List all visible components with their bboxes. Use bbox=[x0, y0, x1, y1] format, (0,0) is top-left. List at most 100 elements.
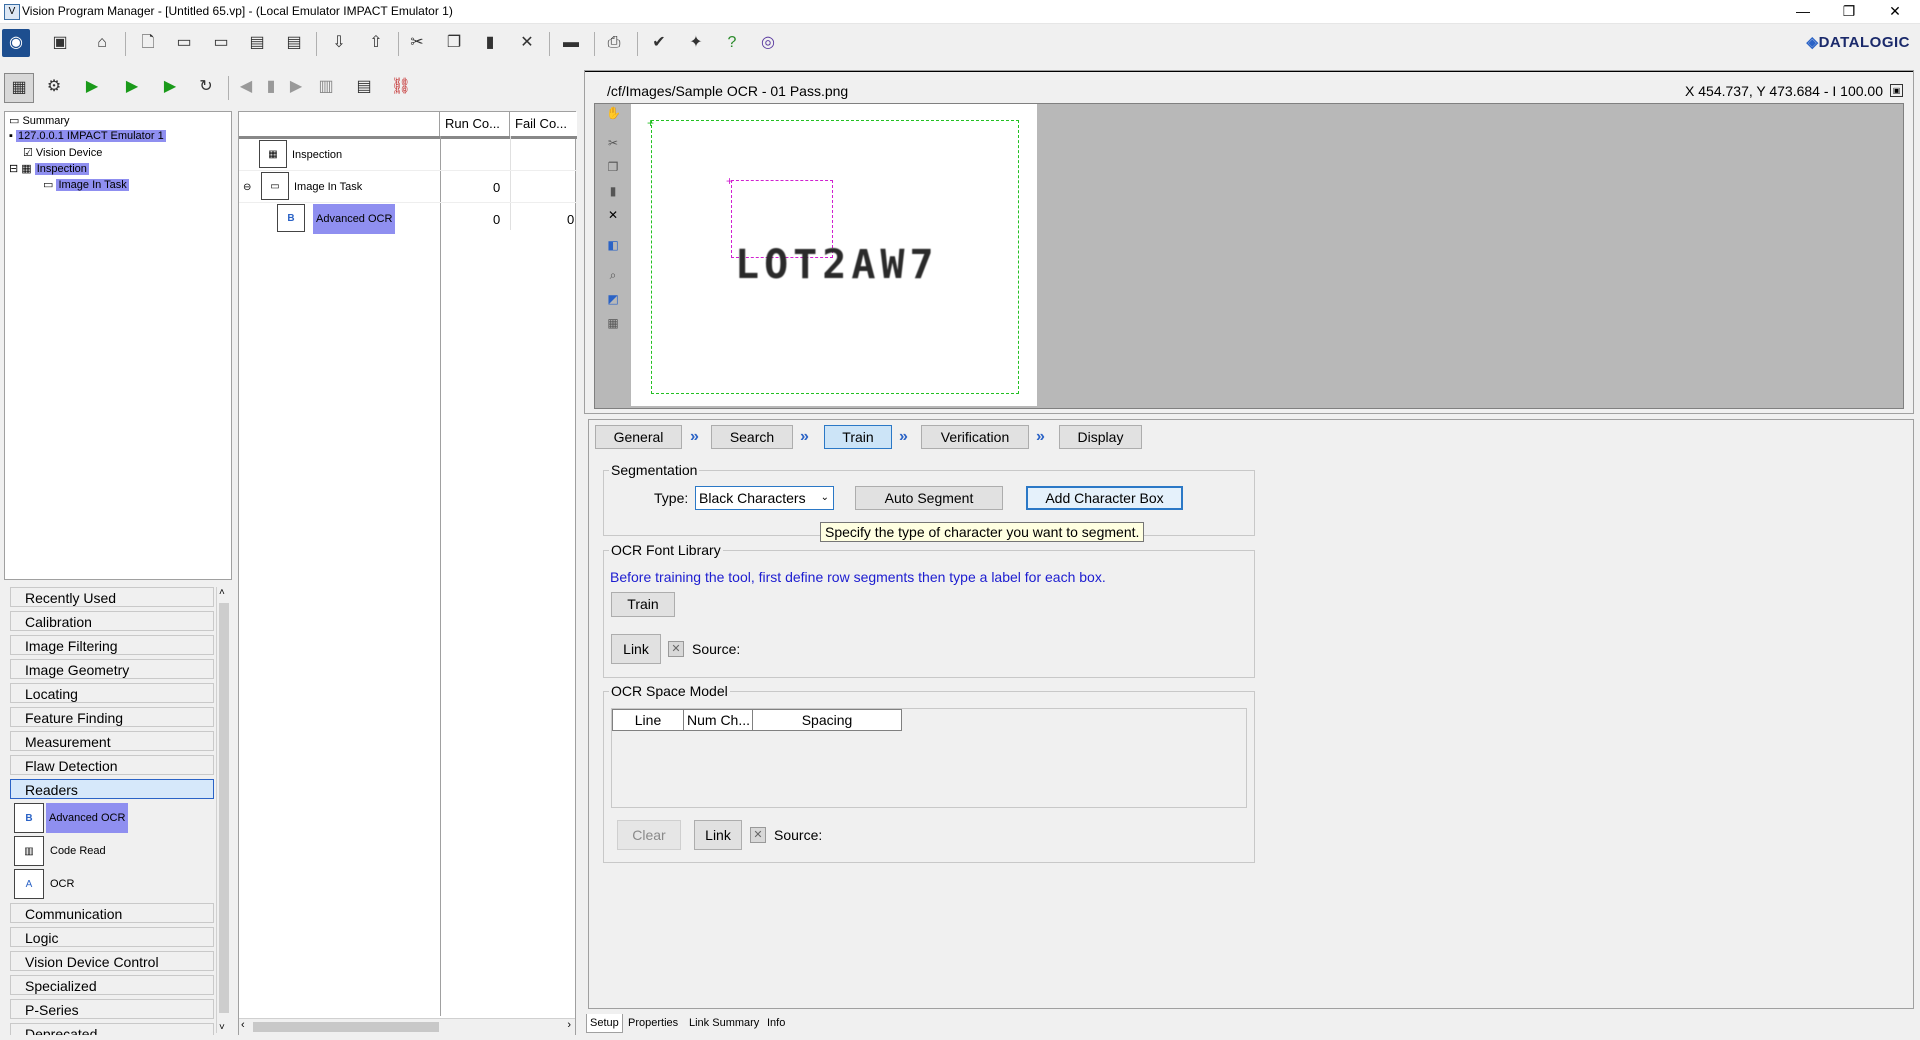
tree-vision-device[interactable]: ☑ Vision Device bbox=[23, 146, 102, 159]
copy-roi-icon[interactable]: ❐ bbox=[606, 160, 620, 174]
tab-train[interactable]: Train bbox=[824, 425, 892, 449]
upload-icon[interactable]: ⇧ bbox=[362, 29, 390, 57]
next-icon[interactable]: ▶ bbox=[282, 73, 310, 101]
delete-icon[interactable]: ✕ bbox=[513, 29, 541, 57]
new-file-icon[interactable]: 🗋 bbox=[134, 29, 162, 57]
auto-segment-button[interactable]: Auto Segment bbox=[855, 486, 1003, 510]
roi-color-icon[interactable]: ◧ bbox=[606, 238, 620, 252]
scroll-down-icon[interactable]: ˅ bbox=[219, 1022, 225, 1033]
copy-icon[interactable]: ❐ bbox=[440, 29, 468, 57]
tool-advanced-ocr[interactable]: B Advanced OCR bbox=[14, 803, 134, 833]
fail-count-column-header[interactable]: Fail Co... bbox=[510, 112, 577, 136]
type-select[interactable]: Black Characters ⌄ bbox=[695, 486, 834, 510]
category-communication[interactable]: Communication bbox=[10, 903, 214, 923]
check-icon[interactable]: ✔ bbox=[645, 29, 673, 57]
download-icon[interactable]: ⇩ bbox=[325, 29, 353, 57]
counter-reset-icon[interactable]: ▤ bbox=[350, 73, 378, 101]
bottom-tab-properties[interactable]: Properties bbox=[625, 1014, 681, 1032]
bottom-tab-setup[interactable]: Setup bbox=[586, 1014, 623, 1033]
cut-roi-icon[interactable]: ✂ bbox=[606, 136, 620, 150]
tree-summary[interactable]: ▭ Summary bbox=[9, 114, 70, 127]
space-source-clear-icon[interactable]: ✕ bbox=[750, 827, 766, 843]
add-character-box-button[interactable]: Add Character Box bbox=[1026, 486, 1183, 510]
table-row[interactable]: ⊖ ▭ Image In Task 0 bbox=[239, 172, 577, 203]
run-count-column-header[interactable]: Run Co... bbox=[440, 112, 510, 136]
font-source-clear-icon[interactable]: ✕ bbox=[668, 641, 684, 657]
paste-icon[interactable]: ▮ bbox=[476, 29, 504, 57]
char-box-handle-icon[interactable]: + bbox=[726, 174, 733, 188]
train-button[interactable]: Train bbox=[611, 592, 675, 617]
bottom-tab-link-summary[interactable]: Link Summary bbox=[686, 1014, 762, 1032]
paste-roi-icon[interactable]: ▮ bbox=[606, 184, 620, 198]
previous-icon[interactable]: ◀ bbox=[232, 73, 260, 101]
vertical-scrollbar[interactable]: ˄ ˅ bbox=[216, 587, 231, 1033]
monitor-icon[interactable]: ▬ bbox=[557, 29, 585, 57]
category-measurement[interactable]: Measurement bbox=[10, 731, 214, 751]
font-link-button[interactable]: Link bbox=[611, 634, 661, 664]
run-icon[interactable]: ▶ bbox=[78, 73, 106, 101]
tab-display[interactable]: Display bbox=[1059, 425, 1142, 449]
fit-image-icon[interactable]: ◩ bbox=[606, 292, 620, 306]
pan-icon[interactable]: ✋ bbox=[606, 106, 621, 120]
tree-device-host[interactable]: ▪ 127.0.0.1 IMPACT Emulator 1 bbox=[9, 130, 166, 142]
category-logic[interactable]: Logic bbox=[10, 927, 214, 947]
grid-icon[interactable]: ▦ bbox=[606, 316, 620, 330]
close-button[interactable]: ✕ bbox=[1872, 0, 1918, 24]
delete-roi-icon[interactable]: ✕ bbox=[606, 208, 620, 222]
horizontal-scrollbar[interactable]: ‹ › bbox=[239, 1018, 575, 1035]
restore-button[interactable]: ❐ bbox=[1826, 0, 1872, 24]
category-flaw-detection[interactable]: Flaw Detection bbox=[10, 755, 214, 775]
category-vision-device-control[interactable]: Vision Device Control bbox=[10, 951, 214, 971]
help-icon[interactable]: ? bbox=[718, 29, 746, 57]
bottom-tab-info[interactable]: Info bbox=[764, 1014, 788, 1032]
zoom-icon[interactable]: ⌕ bbox=[606, 268, 620, 282]
minimize-button[interactable]: — bbox=[1780, 0, 1826, 24]
stop-icon[interactable]: ▣ bbox=[46, 29, 74, 57]
about-icon[interactable]: ◎ bbox=[754, 29, 782, 57]
folder-icon[interactable]: ▭ bbox=[207, 29, 235, 57]
category-image-geometry[interactable]: Image Geometry bbox=[10, 659, 214, 679]
tab-search[interactable]: Search bbox=[711, 425, 793, 449]
collapse-icon[interactable]: ⊖ bbox=[243, 182, 251, 193]
link-icon[interactable]: ⛓ bbox=[387, 73, 415, 101]
maximize-view-icon[interactable]: ▣ bbox=[1890, 84, 1903, 97]
category-deprecated[interactable]: Deprecated bbox=[10, 1023, 214, 1035]
scroll-right-icon[interactable]: › bbox=[567, 1019, 571, 1031]
spacing-column-header[interactable]: Spacing bbox=[752, 709, 902, 731]
pause-icon[interactable]: ▮ bbox=[257, 73, 285, 101]
table-row[interactable]: B Advanced OCR 0 0 bbox=[239, 204, 577, 234]
roi-handle-icon[interactable]: + bbox=[647, 116, 654, 130]
tree-inspection[interactable]: ⊟ ▦ Inspection bbox=[9, 162, 89, 175]
step-icon[interactable]: ▶ bbox=[156, 73, 184, 101]
num-chars-column-header[interactable]: Num Ch... bbox=[683, 709, 753, 731]
open-icon[interactable]: ▭ bbox=[170, 29, 198, 57]
vision-device-icon[interactable]: ◉ bbox=[2, 29, 30, 57]
tree-image-in-task[interactable]: ▭ Image In Task bbox=[43, 178, 129, 191]
table-row[interactable]: ▦ Inspection bbox=[239, 140, 577, 171]
scroll-thumb[interactable] bbox=[253, 1022, 439, 1032]
lightbulb-icon[interactable]: ✦ bbox=[682, 29, 710, 57]
save-icon[interactable]: ▤ bbox=[243, 29, 271, 57]
loop-icon[interactable]: ↻ bbox=[192, 73, 220, 101]
image-canvas[interactable]: + + LOT2AW7 bbox=[594, 103, 1904, 409]
print-icon[interactable]: ⎙ bbox=[600, 29, 628, 57]
cut-icon[interactable]: ✂ bbox=[403, 29, 431, 57]
run-once-icon[interactable]: ▶ bbox=[118, 73, 146, 101]
image-content[interactable]: + + LOT2AW7 bbox=[631, 104, 1037, 406]
line-column-header[interactable]: Line bbox=[612, 709, 684, 731]
category-calibration[interactable]: Calibration bbox=[10, 611, 214, 631]
space-link-button[interactable]: Link bbox=[694, 820, 742, 850]
category-feature-finding[interactable]: Feature Finding bbox=[10, 707, 214, 727]
space-model-table[interactable]: Line Num Ch... Spacing bbox=[611, 708, 1247, 808]
category-readers[interactable]: Readers bbox=[10, 779, 214, 799]
category-recently-used[interactable]: Recently Used bbox=[10, 587, 214, 607]
clear-button[interactable]: Clear bbox=[617, 820, 681, 850]
category-p-series[interactable]: P-Series bbox=[10, 999, 214, 1019]
home-icon[interactable]: ⌂ bbox=[88, 29, 116, 57]
stack-icon[interactable]: ▥ bbox=[312, 73, 340, 101]
category-specialized[interactable]: Specialized bbox=[10, 975, 214, 995]
scroll-up-icon[interactable]: ˄ bbox=[219, 587, 225, 598]
tab-verification[interactable]: Verification bbox=[921, 425, 1029, 449]
teach-icon[interactable]: ⚙ bbox=[40, 73, 68, 101]
scroll-thumb[interactable] bbox=[219, 603, 229, 1013]
